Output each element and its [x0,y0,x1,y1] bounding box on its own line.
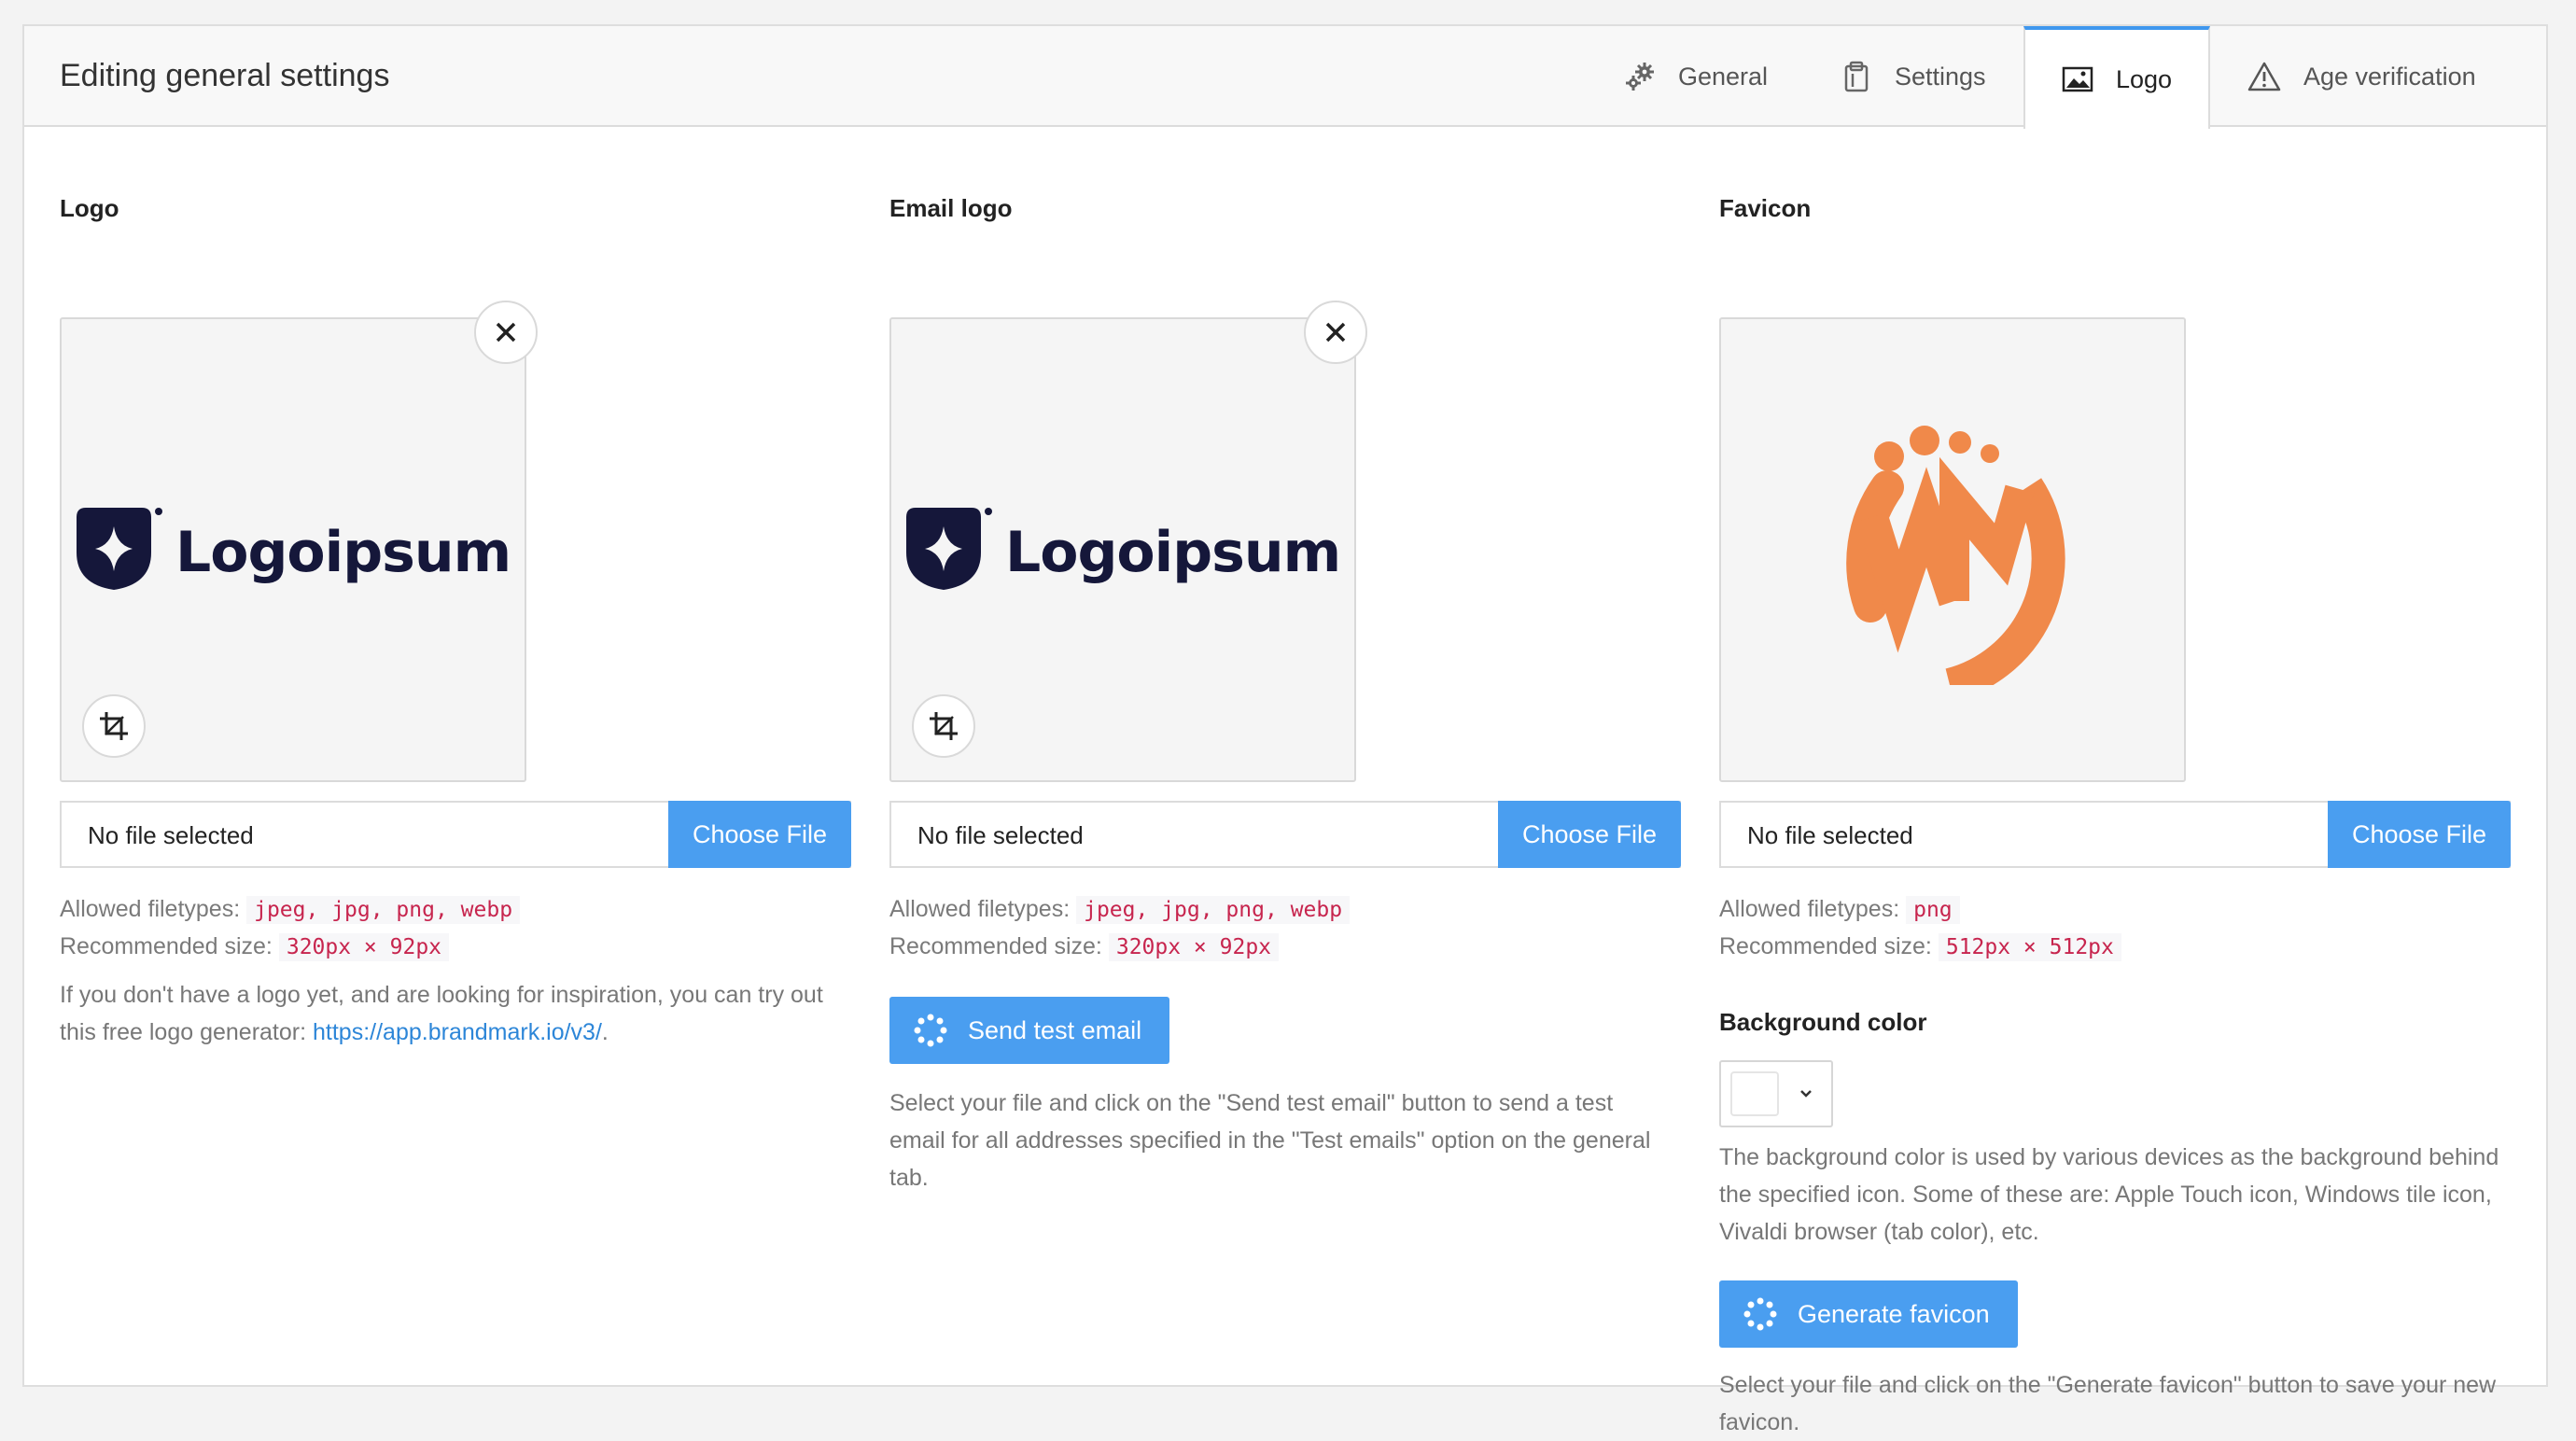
tab-logo[interactable]: Logo [2023,26,2210,129]
image-icon [2062,65,2093,93]
svg-text:Logoipsum: Logoipsum [1005,520,1340,585]
brandmark-link[interactable]: https://app.brandmark.io/v3/ [313,1019,602,1045]
tab-age-verification[interactable]: Age verification [2247,26,2476,127]
email-logo-size-value: 320px × 92px [1108,933,1280,961]
crop-logo-button[interactable] [82,694,146,758]
warning-icon [2247,61,2281,92]
crop-email-logo-button[interactable] [912,694,975,758]
favicon-file-input[interactable]: No file selected Choose File [1719,801,2511,868]
favicon-preview [1719,317,2186,782]
spinner-icon [1743,1297,1777,1331]
remove-email-logo-button[interactable] [1304,301,1367,364]
logo-file-status: No file selected [88,821,254,849]
remove-logo-button[interactable] [474,301,538,364]
logo-size: Recommended size: 320px × 92px [60,933,450,961]
logoipsum-image: Logoipsum [77,508,511,590]
background-color-picker[interactable] [1719,1060,1833,1127]
background-color-title: Background color [1719,1008,1927,1036]
favicon-choose-file-button[interactable]: Choose File [2328,801,2511,868]
generate-favicon-help: Select your file and click on the "Gener… [1719,1372,2497,1435]
color-swatch [1730,1071,1779,1116]
tab-settings[interactable]: Settings [1841,26,1986,127]
email-logo-size: Recommended size: 320px × 92px [889,933,1280,961]
spinner-icon [914,1014,947,1047]
logo-title: Logo [60,194,119,222]
favicon-size-value: 512px × 512px [1938,933,2121,961]
email-logo-title: Email logo [889,194,1013,222]
logo-filetypes-value: jpeg, jpg, png, webp [246,896,521,924]
send-test-email-label: Send test email [968,1015,1142,1044]
clipboard-icon [1841,61,1872,92]
send-test-email-button[interactable]: Send test email [889,997,1170,1064]
generate-favicon-button[interactable]: Generate favicon [1719,1280,2018,1348]
panel-header: Editing general settings General Setting… [24,26,2546,129]
logo-size-value: 320px × 92px [278,933,450,961]
crop-icon [930,712,958,740]
favicon-title: Favicon [1719,194,1812,222]
favicon-filetypes-value: png [1906,896,1960,924]
tab-age-verification-label: Age verification [2303,62,2476,91]
close-icon [496,322,516,343]
email-logoipsum-image: Logoipsum [906,508,1341,590]
email-logo-file-input[interactable]: No file selected Choose File [889,801,1681,868]
email-logo-preview: Logoipsum [889,301,1367,782]
favicon-filetypes: Allowed filetypes: png [1719,896,1960,924]
email-logo-file-status: No file selected [917,821,1084,849]
settings-panel: Editing general settings General Setting… [22,24,2548,1435]
logo-choose-file-button[interactable]: Choose File [668,801,851,868]
tab-general-label: General [1678,62,1769,91]
background-color-help: The background color is used by various … [1719,1144,2499,1245]
page-title: Editing general settings [60,58,390,93]
generate-favicon-label: Generate favicon [1798,1299,1990,1328]
chevron-down-icon [1800,1090,1812,1098]
favicon-file-status: No file selected [1747,821,1913,849]
logo-filetypes: Allowed filetypes: jpeg, jpg, png, webp [60,896,521,924]
svg-text:Logoipsum: Logoipsum [175,520,511,585]
tab-general[interactable]: General [1624,26,1768,127]
email-logo-choose-file-button[interactable]: Choose File [1498,801,1681,868]
logo-help: If you don't have a logo yet, and are lo… [60,982,823,1045]
email-logo-help: Select your file and click on the "Send … [889,1090,1651,1191]
logo-file-input[interactable]: No file selected Choose File [60,801,851,868]
crop-icon [100,712,128,740]
wm-logo-image [1846,426,2065,685]
favicon-size: Recommended size: 512px × 512px [1719,933,2121,961]
logo-preview: Logoipsum [60,301,538,782]
email-logo-filetypes-value: jpeg, jpg, png, webp [1076,896,1351,924]
email-logo-filetypes: Allowed filetypes: jpeg, jpg, png, webp [889,896,1351,924]
close-icon [1325,322,1346,343]
tab-settings-label: Settings [1895,62,1986,91]
tab-logo-label: Logo [2115,64,2173,93]
gears-icon [1624,61,1656,92]
